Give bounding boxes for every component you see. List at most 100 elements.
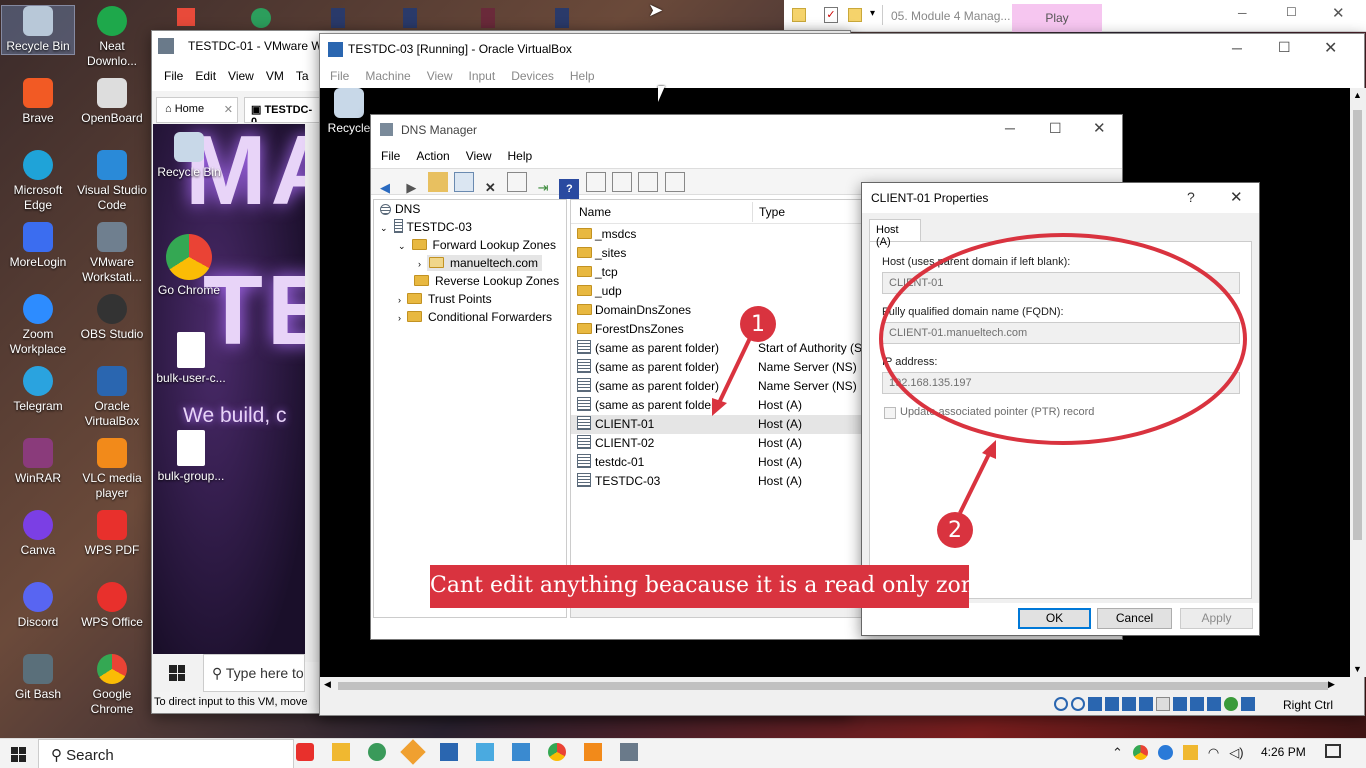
vbox-horizontal-scrollbar[interactable]: ◀ ▶: [320, 677, 1350, 695]
vmware-guest-screen[interactable]: MA TE We build, c Recycle Bin Go Chrome …: [153, 124, 305, 662]
taskbar-search[interactable]: ⚲ Search: [38, 739, 294, 768]
tree-node-conditional-forwarders[interactable]: › Conditional Forwarders: [374, 308, 566, 326]
table-row[interactable]: DomainDnsZones: [571, 301, 869, 320]
column-name[interactable]: Name: [579, 205, 611, 219]
desktop-icon-vmware[interactable]: VMware Workstati...: [76, 222, 148, 285]
menu-edit[interactable]: Edit: [189, 69, 222, 83]
column-type[interactable]: Type: [759, 205, 785, 219]
chrome-icon[interactable]: [548, 743, 566, 761]
export-list-icon[interactable]: ⇥: [533, 178, 553, 198]
app-icon[interactable]: [400, 739, 426, 765]
desktop-icon-recycle-bin[interactable]: Recycle Bin: [1, 5, 75, 55]
desktop-icon-discord[interactable]: Discord: [2, 582, 74, 630]
maximize-button[interactable]: ☐: [1286, 5, 1297, 19]
table-row[interactable]: (same as parent folder) Host (A): [571, 396, 869, 415]
network-icon[interactable]: [1122, 697, 1136, 711]
app-icon[interactable]: [555, 8, 569, 28]
up-folder-icon[interactable]: [427, 172, 448, 192]
cancel-button[interactable]: Cancel: [1097, 608, 1172, 629]
guest-chrome[interactable]: Go Chrome: [155, 234, 223, 298]
file-explorer-icon[interactable]: [332, 743, 350, 761]
new-folder-icon[interactable]: [848, 8, 862, 22]
table-row[interactable]: CLIENT-02 Host (A): [571, 434, 869, 453]
close-button[interactable]: ✕: [1230, 188, 1243, 206]
delete-icon[interactable]: ✕: [480, 178, 500, 198]
floppy-icon[interactable]: [1088, 697, 1102, 711]
forward-arrow-icon[interactable]: ▶: [401, 178, 421, 198]
desktop-icon-chrome[interactable]: Google Chrome: [76, 654, 148, 717]
vlc-icon[interactable]: [584, 743, 602, 761]
recording-icon[interactable]: [1190, 697, 1204, 711]
desktop-icon-wps-pdf[interactable]: WPS PDF: [76, 510, 148, 558]
minimize-button[interactable]: ─: [1005, 120, 1015, 136]
help-button[interactable]: ?: [1187, 189, 1195, 205]
tab-testdc-01[interactable]: ▣ TESTDC-0: [244, 97, 324, 123]
clock[interactable]: 4:26 PM: [1261, 745, 1306, 759]
menu-view[interactable]: View: [222, 69, 260, 83]
menu-action[interactable]: Action: [408, 146, 457, 166]
chevron-up-icon[interactable]: ⌃: [1112, 745, 1123, 761]
table-row[interactable]: (same as parent folder) Name Server (NS): [571, 358, 869, 377]
tab-home[interactable]: ⌂ Home ✕: [156, 97, 238, 123]
close-tab-icon[interactable]: ✕: [224, 103, 233, 116]
desktop-icon-neat[interactable]: Neat Downlo...: [76, 6, 148, 69]
dialog-titlebar[interactable]: CLIENT-01 Properties ? ✕: [862, 183, 1259, 213]
scroll-thumb[interactable]: [338, 682, 1328, 690]
guest-search-box[interactable]: ⚲ Type here to: [203, 654, 305, 692]
notifications-icon[interactable]: [1325, 744, 1341, 758]
tree-node-trust-points[interactable]: › Trust Points: [374, 290, 566, 308]
shared-folders-icon[interactable]: [1156, 697, 1170, 711]
menu-tabs[interactable]: Ta: [290, 69, 315, 83]
table-row[interactable]: CLIENT-01 Host (A): [571, 415, 869, 434]
minimize-button[interactable]: ─: [1232, 40, 1242, 56]
tree-node-dns[interactable]: DNS: [374, 200, 566, 218]
table-row[interactable]: _tcp: [571, 263, 869, 282]
apply-button[interactable]: Apply: [1180, 608, 1253, 629]
table-row[interactable]: testdc-01 Host (A): [571, 453, 869, 472]
ptr-checkbox[interactable]: [884, 407, 896, 419]
menu-vm[interactable]: VM: [260, 69, 290, 83]
vmware-icon[interactable]: [620, 743, 638, 761]
virtualbox-icon[interactable]: [440, 743, 458, 761]
guest-recycle-bin[interactable]: Recycle: [322, 88, 376, 136]
network-icon[interactable]: [1105, 697, 1119, 711]
tree-node-zone-manueltech[interactable]: › manueltech.com: [374, 254, 566, 272]
maximize-button[interactable]: ☐: [1278, 39, 1291, 56]
calculator-icon[interactable]: [512, 743, 530, 761]
guest-additions-icon[interactable]: [1224, 697, 1238, 711]
cpu-icon[interactable]: [1207, 697, 1221, 711]
action-pane-icon[interactable]: [585, 172, 606, 192]
keyboard-capture-icon[interactable]: [1241, 697, 1255, 711]
optical-drive-icon[interactable]: [1071, 697, 1085, 711]
menu-input[interactable]: Input: [461, 69, 504, 83]
ip-address-field[interactable]: 192.168.135.197: [882, 372, 1240, 394]
close-button[interactable]: ✕: [1093, 119, 1106, 137]
menu-machine[interactable]: Machine: [357, 69, 418, 83]
wifi-icon[interactable]: ◠: [1208, 745, 1219, 761]
table-row[interactable]: _msdcs: [571, 225, 869, 244]
menu-file[interactable]: File: [158, 69, 189, 83]
desktop-icon-morelogin[interactable]: MoreLogin: [2, 222, 74, 270]
guest-bulk-group[interactable]: bulk-group...: [155, 430, 227, 484]
properties-icon[interactable]: [506, 172, 527, 192]
windows-start-icon[interactable]: [11, 747, 26, 762]
wps-icon[interactable]: [296, 743, 314, 761]
desktop-icon-git-bash[interactable]: Git Bash: [2, 654, 74, 702]
help-icon[interactable]: ?: [559, 179, 580, 199]
table-row[interactable]: _sites: [571, 244, 869, 263]
close-button[interactable]: ✕: [1332, 4, 1345, 22]
desktop-icon-vlc[interactable]: VLC media player: [76, 438, 148, 501]
menu-view[interactable]: View: [419, 69, 461, 83]
usb-icon[interactable]: [1139, 697, 1153, 711]
desktop-icon-wps-office[interactable]: WPS Office: [76, 582, 148, 630]
host-field[interactable]: CLIENT-01: [882, 272, 1240, 294]
properties-icon[interactable]: ✓: [824, 7, 838, 23]
desktop-icon-obs[interactable]: OBS Studio: [76, 294, 148, 342]
table-row[interactable]: (same as parent folder) Name Server (NS): [571, 377, 869, 396]
chrome-tray-icon[interactable]: [1132, 745, 1148, 760]
vbox-vertical-scrollbar[interactable]: ▲ ▼: [1350, 88, 1366, 677]
app-icon[interactable]: [251, 8, 271, 28]
details-icon[interactable]: [664, 172, 685, 192]
table-row[interactable]: _udp: [571, 282, 869, 301]
chevron-down-icon[interactable]: ▾: [870, 8, 875, 19]
